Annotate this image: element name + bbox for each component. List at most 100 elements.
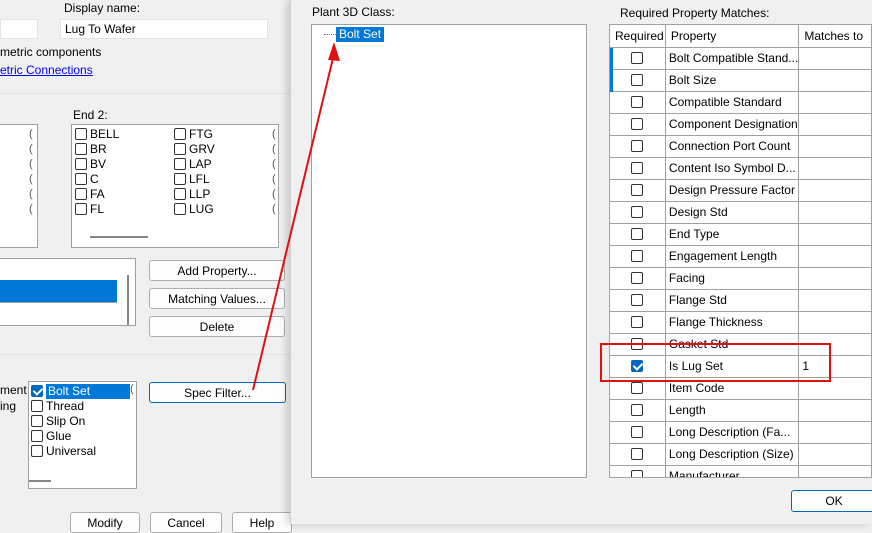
required-checkbox[interactable] — [631, 316, 644, 328]
spec-type-item[interactable]: Thread — [31, 399, 130, 414]
required-checkbox[interactable] — [631, 140, 644, 152]
checkbox[interactable] — [75, 188, 87, 200]
required-checkbox[interactable] — [631, 96, 644, 108]
end2-item[interactable]: BR — [75, 142, 119, 157]
table-row[interactable]: Design Pressure Factor — [610, 179, 872, 202]
property-cell[interactable]: Flange Thickness — [665, 311, 800, 334]
end2-item[interactable]: LAP — [174, 157, 215, 172]
required-checkbox[interactable] — [631, 206, 644, 218]
required-checkbox[interactable] — [631, 448, 644, 460]
matches-cell[interactable] — [798, 465, 872, 477]
required-checkbox[interactable] — [631, 338, 644, 350]
table-row[interactable]: End Type — [610, 223, 872, 246]
checkbox[interactable] — [75, 128, 87, 140]
property-cell[interactable]: Design Pressure Factor — [665, 179, 800, 202]
matches-cell[interactable] — [798, 289, 872, 312]
property-list-scrollbar[interactable] — [127, 275, 129, 325]
matches-cell[interactable] — [798, 157, 872, 180]
table-row[interactable]: Manufacturer — [610, 465, 872, 477]
required-checkbox[interactable] — [631, 184, 644, 196]
property-cell[interactable]: Manufacturer — [665, 465, 800, 477]
checkbox[interactable] — [174, 188, 186, 200]
metric-connections-link[interactable]: etric Connections — [0, 63, 93, 77]
matches-cell[interactable] — [798, 333, 872, 356]
required-checkbox[interactable] — [631, 382, 644, 394]
property-cell[interactable]: Engagement Length — [665, 245, 800, 268]
tree-item-bolt-set[interactable]: Bolt Set — [336, 27, 385, 42]
checkbox[interactable] — [75, 158, 87, 170]
end2-item[interactable]: FL — [75, 202, 119, 217]
required-checkbox[interactable] — [631, 272, 644, 284]
property-cell[interactable]: Content Iso Symbol D... — [665, 157, 800, 180]
checkbox[interactable] — [75, 143, 87, 155]
table-row[interactable]: Content Iso Symbol D... — [610, 157, 872, 180]
matches-cell[interactable] — [798, 443, 872, 466]
matches-cell[interactable] — [798, 91, 872, 114]
delete-button[interactable]: Delete — [149, 316, 285, 337]
table-row[interactable]: Component Designation — [610, 113, 872, 136]
table-row[interactable]: Facing — [610, 267, 872, 290]
spec-type-item[interactable]: Slip On — [31, 414, 130, 429]
table-row[interactable]: Engagement Length — [610, 245, 872, 268]
end1-list[interactable]: (((((( — [0, 124, 38, 248]
property-cell[interactable]: Flange Std — [665, 289, 800, 312]
required-checkbox[interactable] — [631, 250, 644, 262]
table-row[interactable]: Connection Port Count — [610, 135, 872, 158]
end2-list[interactable]: BELL BR BV C FA FL FTG GRV LAP LFL LLP LUG (((((( — [71, 124, 279, 248]
ok-button[interactable]: OK — [791, 490, 872, 512]
checkbox[interactable] — [31, 430, 43, 442]
display-name-input[interactable]: Lug To Wafer — [60, 19, 268, 39]
matching-values-button[interactable]: Matching Values... — [149, 288, 285, 309]
matches-cell[interactable] — [798, 267, 872, 290]
table-row[interactable]: Bolt Compatible Stand... — [610, 47, 872, 70]
matches-cell[interactable]: 1 — [798, 355, 872, 378]
required-checkbox[interactable] — [631, 52, 644, 64]
name-field[interactable] — [0, 19, 38, 39]
property-list[interactable] — [0, 258, 136, 326]
checkbox[interactable] — [31, 400, 43, 412]
matches-cell[interactable] — [798, 179, 872, 202]
property-cell[interactable]: Long Description (Size) — [665, 443, 800, 466]
required-checkbox[interactable] — [631, 470, 644, 477]
required-checkbox[interactable] — [631, 118, 644, 130]
property-cell[interactable]: Component Designation — [665, 113, 800, 136]
matches-cell[interactable] — [798, 135, 872, 158]
matches-cell[interactable] — [798, 421, 872, 444]
checkbox[interactable] — [31, 445, 43, 457]
table-row[interactable]: Long Description (Size) — [610, 443, 872, 466]
column-header-matches-to[interactable]: Matches to — [798, 25, 872, 48]
checkbox[interactable] — [174, 158, 186, 170]
end2-item[interactable]: BELL — [75, 127, 119, 142]
checkbox[interactable] — [75, 173, 87, 185]
property-cell[interactable]: Bolt Compatible Stand... — [665, 47, 800, 70]
end2-item[interactable]: C — [75, 172, 119, 187]
required-checkbox[interactable] — [631, 426, 644, 438]
matches-cell[interactable] — [798, 113, 872, 136]
column-header-required[interactable]: Required — [610, 25, 666, 48]
end2-hscroll[interactable] — [90, 236, 148, 238]
end2-item[interactable]: LLP — [174, 187, 215, 202]
matches-cell[interactable] — [798, 47, 872, 70]
spec-type-item[interactable]: Bolt Set — [31, 384, 130, 399]
help-button[interactable]: Help — [232, 512, 292, 533]
table-row[interactable]: Long Description (Fa... — [610, 421, 872, 444]
required-checkbox[interactable] — [631, 162, 644, 174]
property-matches-grid[interactable]: Required Property Matches to Bolt Compat… — [609, 24, 872, 478]
table-row[interactable]: Compatible Standard — [610, 91, 872, 114]
checkbox[interactable] — [174, 203, 186, 215]
end2-item[interactable]: LFL — [174, 172, 215, 187]
matches-cell[interactable] — [798, 223, 872, 246]
table-row[interactable]: Gasket Std — [610, 333, 872, 356]
checkbox[interactable] — [174, 143, 186, 155]
spec-filter-button[interactable]: Spec Filter... — [149, 382, 286, 403]
end2-item[interactable]: FA — [75, 187, 119, 202]
checkbox[interactable] — [31, 415, 43, 427]
end2-item[interactable]: BV — [75, 157, 119, 172]
spec-type-item[interactable]: Glue — [31, 429, 130, 444]
property-cell[interactable]: Item Code — [665, 377, 800, 400]
required-checkbox[interactable] — [631, 228, 644, 240]
checkbox[interactable] — [75, 203, 87, 215]
column-header-property[interactable]: Property — [665, 25, 800, 48]
table-row[interactable]: Item Code — [610, 377, 872, 400]
property-cell[interactable]: Compatible Standard — [665, 91, 800, 114]
